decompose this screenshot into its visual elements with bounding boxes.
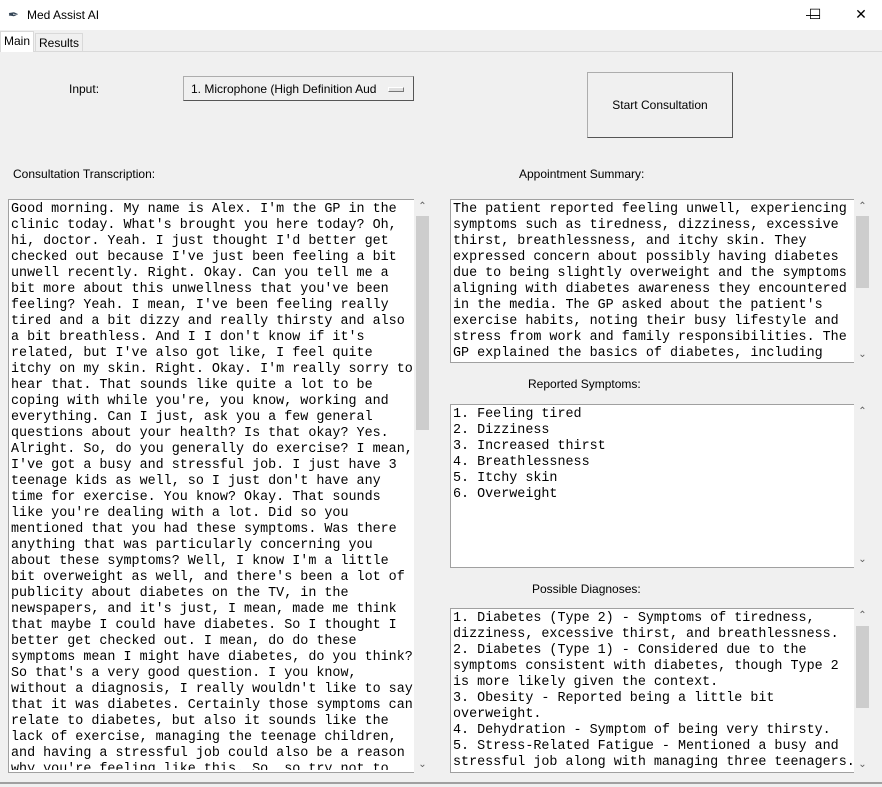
scroll-thumb[interactable] xyxy=(856,626,869,708)
start-consultation-button[interactable]: Start Consultation xyxy=(587,72,733,138)
scroll-down-icon[interactable]: ⌄ xyxy=(854,757,871,773)
scroll-down-icon[interactable]: ⌄ xyxy=(854,552,871,568)
diagnoses-scrollbar[interactable]: ⌃ ⌄ xyxy=(854,608,871,773)
diagnoses-text: 1. Diabetes (Type 2) - Symptoms of tired… xyxy=(453,611,855,770)
input-device-select[interactable]: 1. Microphone (High Definition Aud xyxy=(183,76,414,101)
input-label: Input: xyxy=(69,82,100,96)
input-device-value: 1. Microphone (High Definition Aud xyxy=(191,82,377,96)
scroll-thumb[interactable] xyxy=(416,216,429,430)
symptoms-label: Reported Symptoms: xyxy=(528,377,641,391)
scroll-up-icon[interactable]: ⌃ xyxy=(854,608,871,624)
scroll-down-icon[interactable]: ⌄ xyxy=(854,347,871,363)
maximize-button[interactable]: ☐ xyxy=(792,0,838,30)
scroll-up-icon[interactable]: ⌃ xyxy=(854,404,871,420)
summary-textarea[interactable]: The patient reported feeling unwell, exp… xyxy=(450,199,855,363)
title-bar: ✒ Med Assist AI — ☐ ✕ xyxy=(0,0,882,30)
window-title: Med Assist AI xyxy=(27,8,100,22)
summary-scrollbar[interactable]: ⌃ ⌄ xyxy=(854,199,871,363)
bottom-border xyxy=(0,782,882,787)
tab-results[interactable]: Results xyxy=(35,33,84,52)
scroll-thumb[interactable] xyxy=(856,216,869,288)
tab-main[interactable]: Main xyxy=(0,31,35,52)
summary-text: The patient reported feeling unwell, exp… xyxy=(453,202,847,361)
transcription-text: Good morning. My name is Alex. I'm the G… xyxy=(11,202,413,770)
scroll-up-icon[interactable]: ⌃ xyxy=(854,199,871,215)
symptoms-textarea[interactable]: 1. Feeling tired 2. Dizziness 3. Increas… xyxy=(450,404,855,568)
scroll-up-icon[interactable]: ⌃ xyxy=(414,199,431,215)
feather-icon: ✒ xyxy=(8,7,19,22)
dropdown-indicator-icon xyxy=(388,87,404,92)
transcription-scrollbar[interactable]: ⌃ ⌄ xyxy=(414,199,431,773)
close-button[interactable]: ✕ xyxy=(838,0,882,30)
diagnoses-textarea[interactable]: 1. Diabetes (Type 2) - Symptoms of tired… xyxy=(450,608,855,773)
summary-label: Appointment Summary: xyxy=(519,167,645,181)
transcription-textarea[interactable]: Good morning. My name is Alex. I'm the G… xyxy=(8,199,415,773)
transcription-label: Consultation Transcription: xyxy=(13,167,156,181)
symptoms-scrollbar[interactable]: ⌃ ⌄ xyxy=(854,404,871,568)
diagnoses-label: Possible Diagnoses: xyxy=(532,582,641,596)
scroll-down-icon[interactable]: ⌄ xyxy=(414,757,431,773)
symptoms-text: 1. Feeling tired 2. Dizziness 3. Increas… xyxy=(453,407,606,502)
minimize-button-glyph[interactable] xyxy=(745,0,791,30)
tab-bar: Main Results xyxy=(0,30,882,52)
